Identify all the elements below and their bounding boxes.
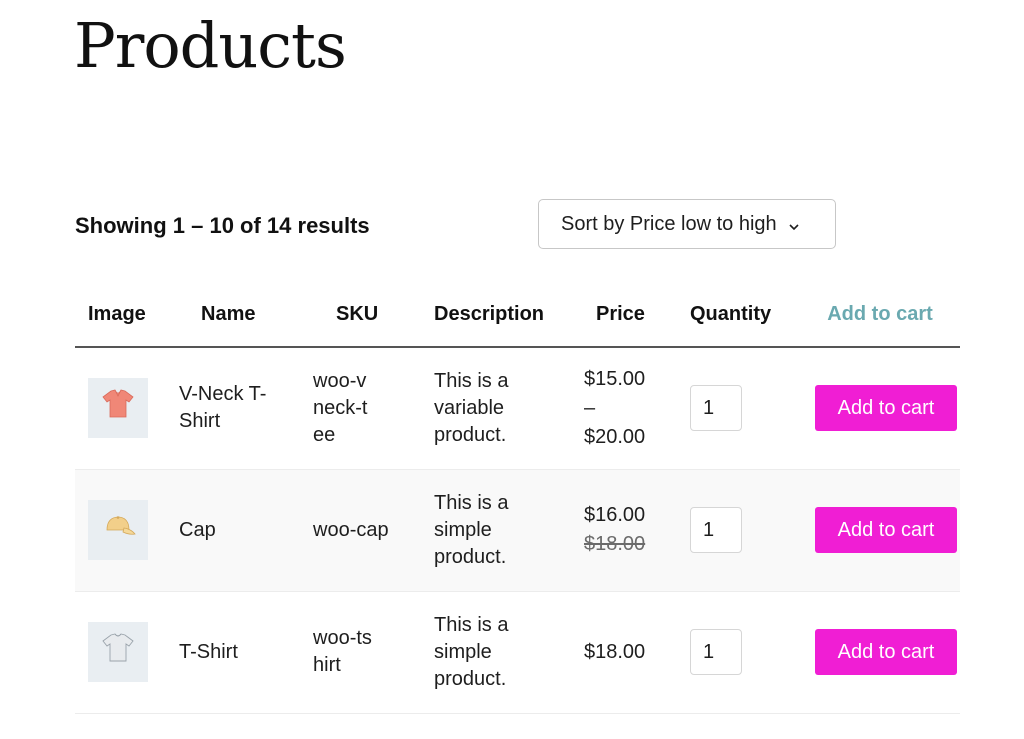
product-sku: woo-tshirt — [306, 591, 434, 714]
product-image[interactable] — [88, 500, 148, 560]
product-image[interactable] — [88, 378, 148, 439]
column-header-sku: SKU — [306, 282, 434, 348]
product-image[interactable] — [88, 622, 148, 682]
add-to-cart-button[interactable]: Add to cart — [815, 507, 957, 553]
product-table: Image Name SKU Description Price Quantit… — [75, 282, 960, 739]
product-name[interactable]: V-Neck T-Shirt — [175, 347, 306, 470]
product-sku: woo-cap — [306, 469, 434, 592]
result-count: Showing 1 – 10 of 14 results — [75, 213, 370, 238]
vneck-tshirt-icon — [98, 384, 138, 432]
quantity-input[interactable] — [690, 629, 742, 675]
product-sku: woo-vneck-tee — [306, 347, 434, 470]
sort-dropdown-label: Sort by Price low to high — [561, 212, 777, 235]
add-to-cart-button[interactable]: Add to cart — [815, 629, 957, 675]
product-description: This is a variable product. — [434, 347, 581, 470]
price-min: $15.00 — [584, 367, 646, 390]
product-description: This is a simple product. — [434, 591, 581, 714]
product-price: $18.00 — [581, 591, 684, 714]
products-page: Products Showing 1 – 10 of 14 results So… — [0, 0, 1024, 739]
regular-price: $18.00 — [584, 533, 646, 555]
product-price: $15.00 – $20.00 — [581, 347, 684, 470]
price-separator: – — [584, 396, 596, 419]
price-max: $20.00 — [584, 425, 646, 448]
add-to-cart-button[interactable]: Add to cart — [815, 385, 957, 432]
sale-price: $16.00 — [584, 504, 646, 526]
cap-icon — [98, 506, 138, 554]
table-row: Cap woo-cap This is a simple product. $1… — [75, 469, 960, 592]
product-price: $16.00 $18.00 — [581, 469, 684, 592]
quantity-input[interactable] — [690, 507, 742, 553]
page-title: Products — [74, 9, 347, 82]
column-header-price: Price — [581, 282, 684, 348]
table-row: V-Neck T-Shirt woo-vneck-tee This is a v… — [75, 347, 960, 470]
sort-dropdown[interactable]: Sort by Price low to high — [538, 199, 836, 249]
product-name[interactable]: T-Shirt — [175, 591, 306, 714]
product-description: This is a simple product. — [434, 469, 581, 592]
table-header-row: Image Name SKU Description Price Quantit… — [75, 282, 960, 348]
table-row — [75, 713, 960, 739]
table-row: T-Shirt woo-tshirt This is a simple prod… — [75, 591, 960, 714]
chevron-down-icon — [787, 217, 801, 231]
product-name[interactable]: Cap — [175, 469, 306, 592]
column-header-add-to-cart[interactable]: Add to cart — [800, 282, 960, 348]
quantity-input[interactable] — [690, 385, 742, 432]
column-header-quantity: Quantity — [684, 282, 800, 348]
column-header-name: Name — [175, 282, 306, 348]
column-header-image: Image — [75, 282, 175, 348]
column-header-description: Description — [434, 282, 581, 348]
tshirt-icon — [98, 628, 138, 676]
